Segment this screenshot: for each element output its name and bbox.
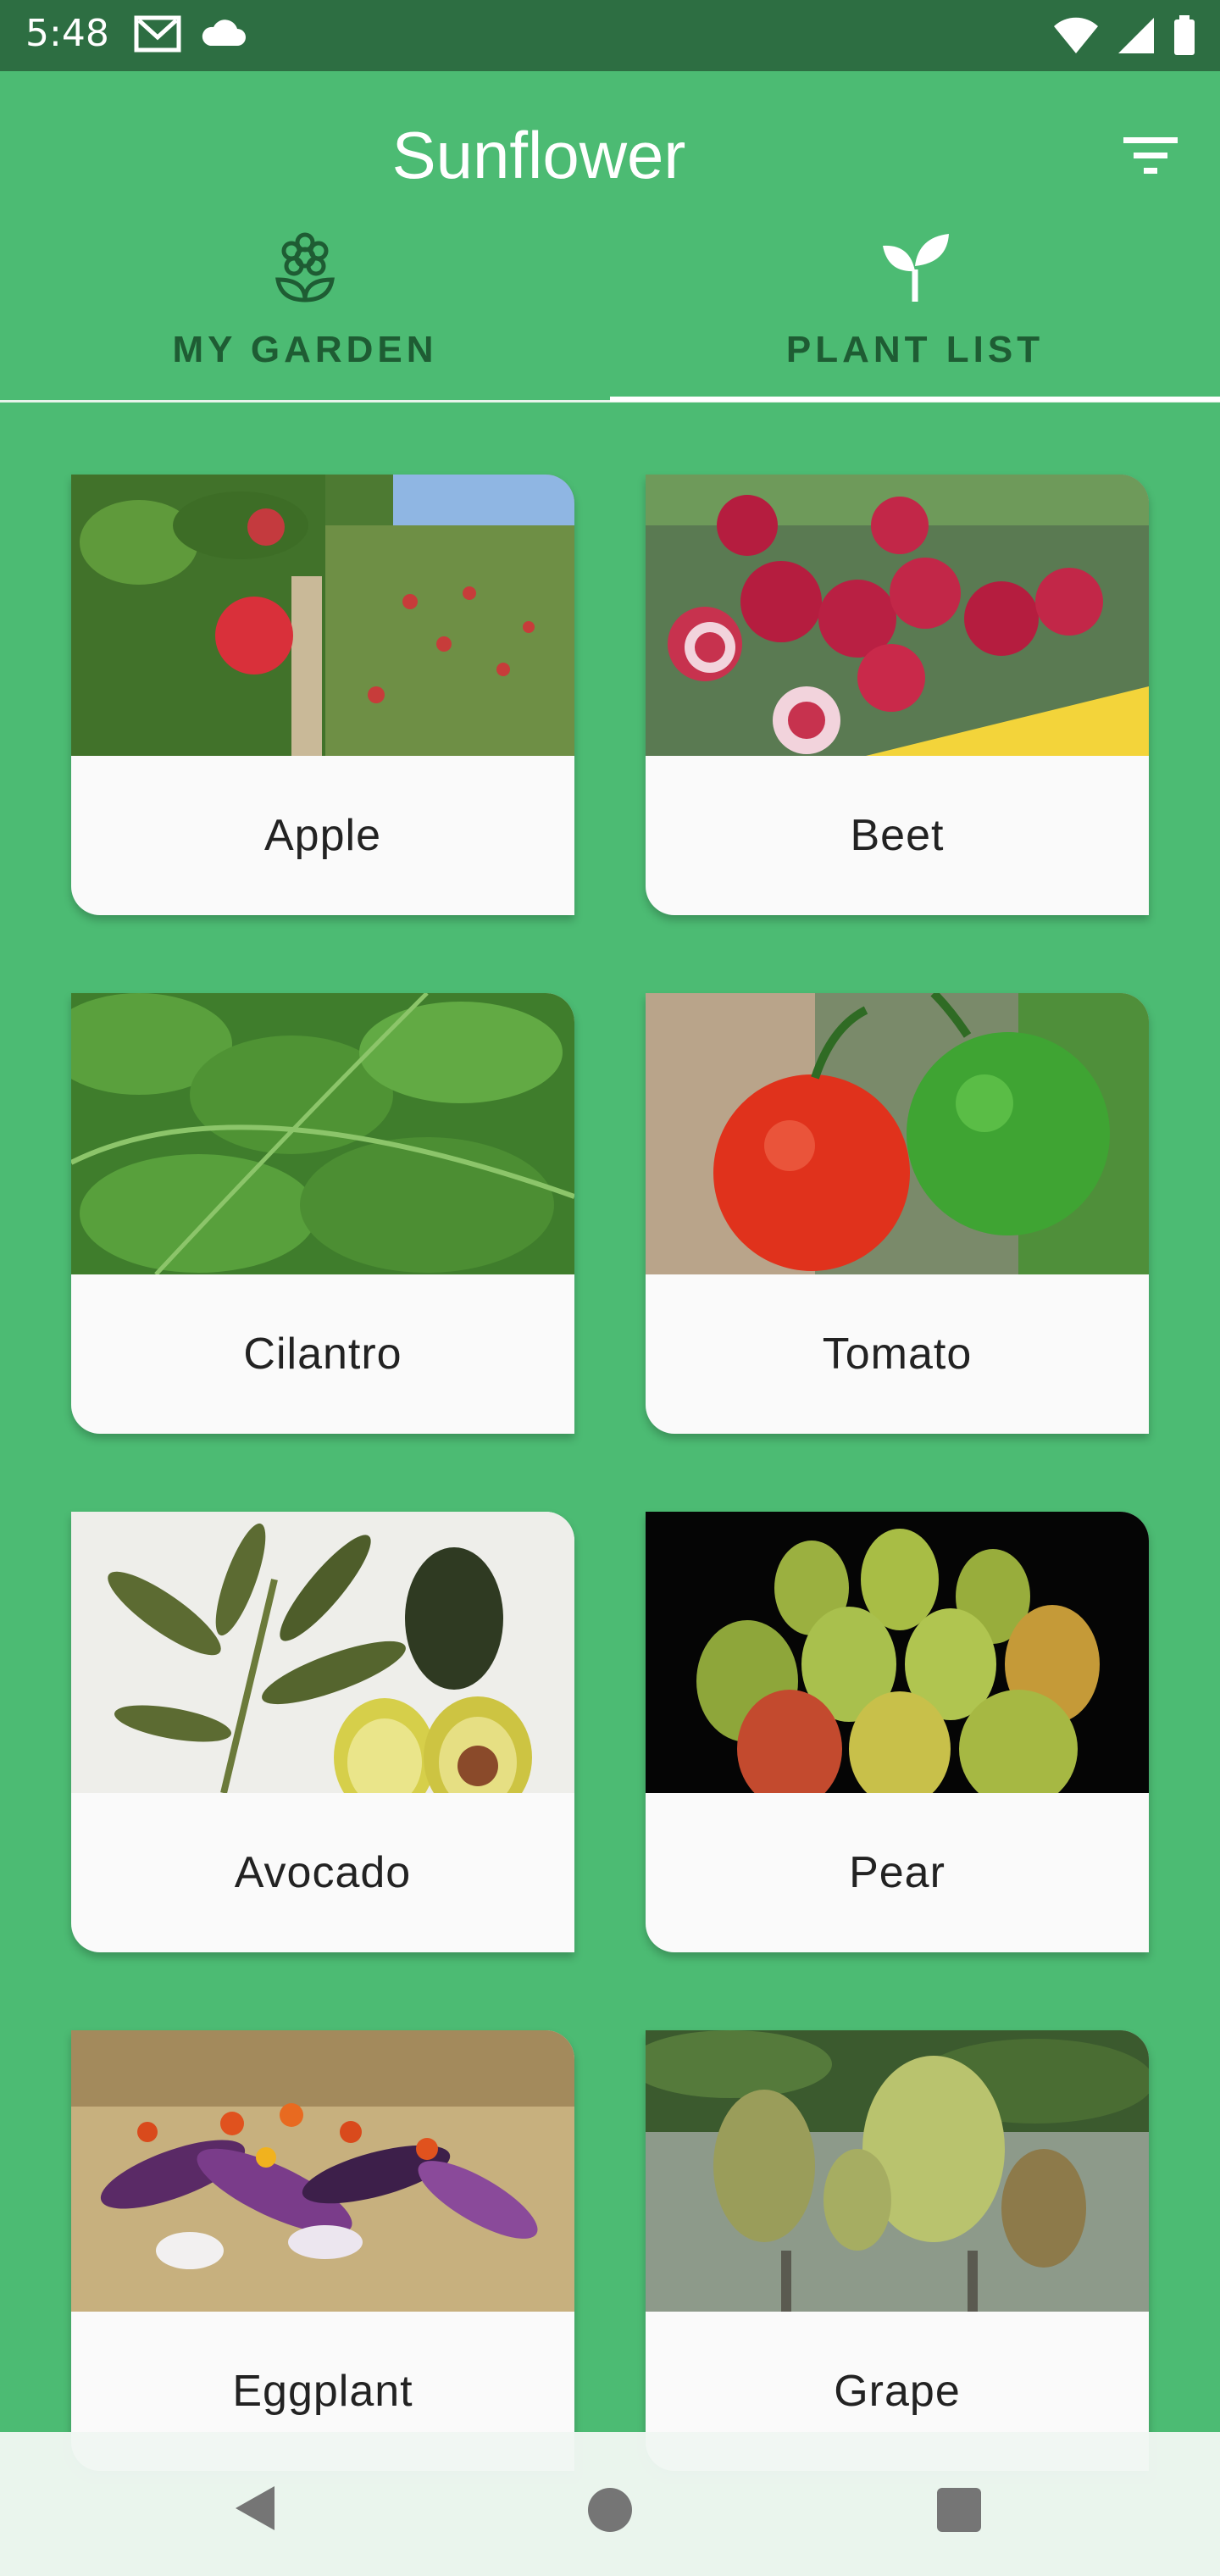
recents-icon[interactable] [937, 2488, 981, 2532]
avocado-photo [71, 1512, 574, 1793]
beet-photo [646, 475, 1149, 756]
tab-label-my-garden: MY GARDEN [172, 329, 438, 370]
plant-name: Cilantro [243, 1330, 402, 1379]
plant-card-cilantro[interactable]: Cilantro [71, 993, 574, 1434]
navigation-bar [0, 2432, 1220, 2576]
battery-icon [1174, 15, 1195, 55]
tab-indicator [610, 397, 1220, 402]
plant-name: Pear [849, 1848, 946, 1897]
signal-icon [1118, 18, 1154, 53]
grape-photo [646, 2030, 1149, 2312]
tab-label-plant-list: PLANT LIST [785, 329, 1045, 370]
app-bar: Sunflower MY GARDEN PLANT LIST [0, 71, 1220, 403]
home-icon[interactable] [588, 2488, 632, 2532]
plant-name: Avocado [234, 1848, 412, 1897]
filter-icon[interactable] [1120, 132, 1181, 180]
tomato-photo [646, 993, 1149, 1274]
status-left-icons [134, 15, 246, 53]
flower-icon [275, 232, 335, 303]
plant-card-tomato[interactable]: Tomato [646, 993, 1149, 1434]
plant-name: Tomato [822, 1330, 973, 1379]
plant-name: Beet [850, 811, 945, 860]
plant-card-eggplant[interactable]: Eggplant [71, 2030, 574, 2471]
plant-card-beet[interactable]: Beet [646, 475, 1149, 915]
gmail-icon [134, 15, 181, 53]
status-right-icons [1052, 15, 1196, 56]
plant-card-apple[interactable]: Apple [71, 475, 574, 915]
sprout-icon [883, 234, 949, 302]
tab-plant-list[interactable]: PLANT LIST [610, 232, 1220, 402]
cloud-icon [202, 19, 246, 46]
cilantro-photo [71, 993, 574, 1274]
status-time: 5:48 [25, 12, 109, 55]
eggplant-photo [71, 2030, 574, 2312]
plant-card-avocado[interactable]: Avocado [71, 1512, 574, 1952]
app-title: Sunflower [391, 118, 686, 192]
tab-my-garden[interactable]: MY GARDEN [0, 232, 610, 402]
back-icon[interactable] [230, 2483, 281, 2534]
plant-card-pear[interactable]: Pear [646, 1512, 1149, 1952]
apple-photo [71, 475, 574, 756]
pear-photo [646, 1512, 1149, 1793]
wifi-icon [1054, 17, 1098, 53]
plant-card-grape[interactable]: Grape [646, 2030, 1149, 2471]
plant-name: Apple [264, 811, 381, 860]
status-bar: 5:48 [0, 0, 1220, 71]
